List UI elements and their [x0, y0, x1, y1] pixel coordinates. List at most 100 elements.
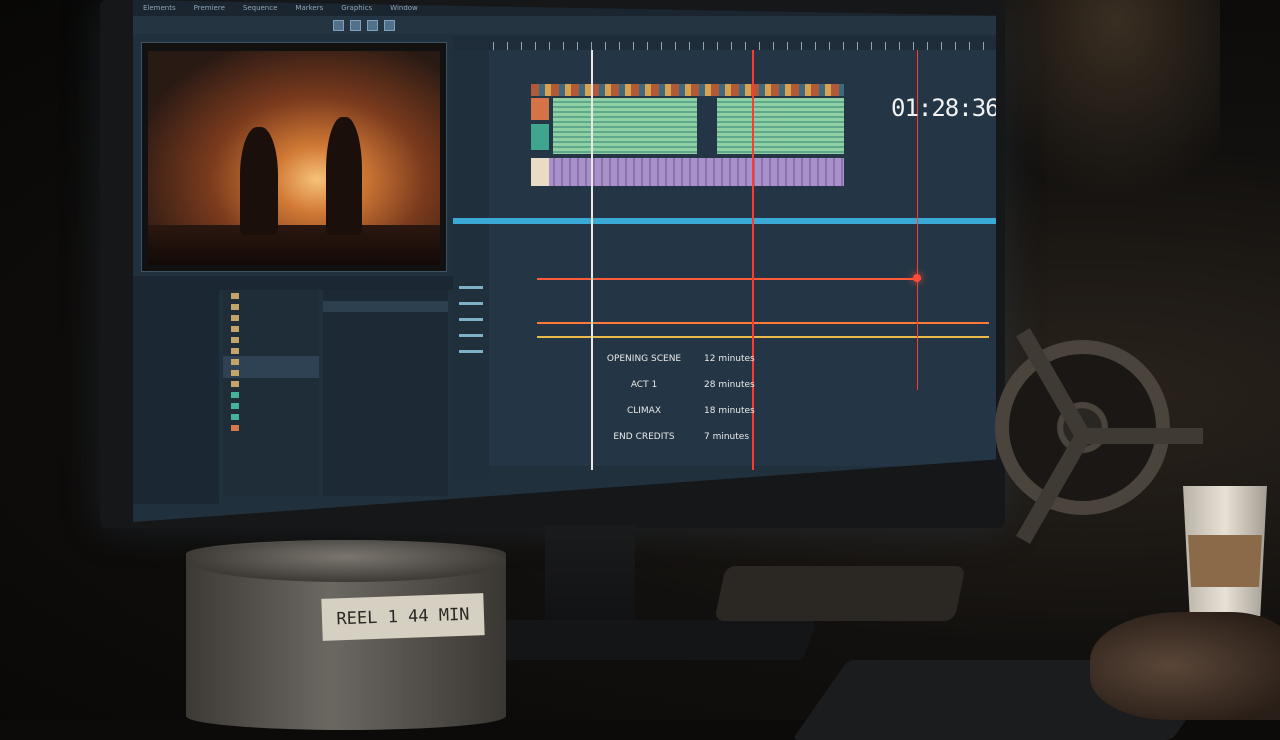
ruler-tick — [605, 42, 606, 50]
folder-icon — [231, 292, 239, 299]
bin-item[interactable] — [223, 378, 319, 389]
video-clip[interactable] — [531, 84, 844, 96]
ruler-tick — [983, 42, 984, 50]
section-row: OPENING SCENE 12 minutes — [596, 346, 796, 372]
marker-icon[interactable] — [913, 274, 921, 282]
track-header[interactable] — [459, 286, 483, 289]
film-reel — [995, 327, 1203, 544]
clip-icon — [231, 424, 239, 431]
video-clip[interactable] — [531, 98, 549, 120]
video-frame — [148, 51, 440, 265]
audio-clip[interactable] — [717, 98, 844, 154]
section-row: END CREDITS 7 minutes — [596, 424, 796, 450]
figure-silhouette — [326, 117, 362, 235]
folder-icon — [231, 347, 239, 354]
effects-panel — [133, 290, 219, 504]
track-bar-red[interactable] — [537, 278, 921, 280]
project-row[interactable] — [323, 312, 448, 323]
menu-item[interactable]: Premiere — [194, 4, 225, 12]
project-list — [323, 290, 448, 496]
effects-panel-header[interactable] — [133, 276, 225, 290]
bin-item[interactable] — [223, 411, 319, 422]
ruler-tick — [787, 42, 788, 50]
clip-icon — [231, 391, 239, 398]
ruler-tick — [619, 42, 620, 50]
timeline-panel[interactable]: 01:28:36:24 OPENING SCENE 12 minutes ACT… — [453, 36, 996, 480]
folder-icon — [231, 358, 239, 365]
bin-item[interactable] — [223, 290, 319, 301]
gear-icon[interactable] — [367, 19, 378, 31]
ruler-tick — [857, 42, 858, 50]
project-row[interactable] — [323, 290, 448, 301]
ruler-tick — [591, 42, 592, 50]
timeline-ruler[interactable] — [453, 36, 996, 50]
section-duration: 7 minutes — [704, 432, 750, 442]
ruler-tick — [731, 42, 732, 50]
section-name: OPENING SCENE — [606, 354, 682, 364]
track-bar-orange[interactable] — [537, 322, 989, 324]
section-duration: 18 minutes — [704, 406, 755, 416]
bin-item[interactable] — [223, 334, 319, 345]
ruler-tick — [521, 42, 522, 50]
bin-item[interactable] — [223, 356, 319, 367]
reel-spoke — [1015, 327, 1090, 440]
ruler-tick — [507, 42, 508, 50]
ruler-tick — [661, 42, 662, 50]
bin-item[interactable] — [223, 422, 319, 433]
menu-item[interactable]: Elements — [143, 4, 176, 12]
menu-item[interactable]: Window — [390, 4, 418, 12]
canister-label: REEL 1 44 MIN — [321, 593, 485, 641]
section-row: CLIMAX 18 minutes — [596, 398, 796, 424]
folder-icon — [231, 303, 239, 310]
bin-item[interactable] — [223, 312, 319, 323]
ruler-tick — [773, 42, 774, 50]
clip-icon — [231, 402, 239, 409]
audio-clip[interactable] — [553, 98, 697, 154]
audio-clip[interactable] — [531, 158, 844, 186]
ground-silhouette — [148, 225, 440, 265]
track-header[interactable] — [459, 334, 483, 337]
bin-item[interactable] — [223, 345, 319, 356]
track-bar-yellow[interactable] — [537, 336, 989, 338]
menu-item[interactable]: Graphics — [341, 4, 372, 12]
clip-stack — [531, 84, 844, 196]
section-duration: 28 minutes — [704, 380, 755, 390]
ruler-tick — [535, 42, 536, 50]
bin-item[interactable] — [223, 367, 319, 378]
play-icon[interactable] — [333, 19, 344, 31]
section-name: END CREDITS — [613, 432, 675, 442]
ruler-tick — [969, 42, 970, 50]
timecode-display: 01:28:36:24 — [891, 94, 996, 122]
bin-item[interactable] — [223, 400, 319, 411]
video-clip[interactable] — [531, 124, 549, 150]
ruler-tick — [717, 42, 718, 50]
playhead[interactable] — [591, 50, 593, 470]
track-header[interactable] — [459, 302, 483, 305]
stop-icon[interactable] — [350, 19, 361, 31]
monitor-stand — [545, 525, 635, 635]
track-header[interactable] — [459, 350, 483, 353]
section-duration: 12 minutes — [704, 354, 755, 364]
toolbar — [133, 16, 996, 34]
source-monitor[interactable] — [141, 42, 447, 272]
video-clip[interactable] — [531, 158, 549, 186]
coffee-cup-sleeve — [1188, 535, 1262, 587]
bin-item[interactable] — [223, 301, 319, 312]
track-header[interactable] — [459, 318, 483, 321]
project-panel-header[interactable] — [223, 276, 454, 290]
section-name: ACT 1 — [630, 380, 658, 390]
ruler-tick — [871, 42, 872, 50]
track-bar-blue[interactable] — [453, 218, 996, 224]
menu-item[interactable]: Markers — [295, 4, 323, 12]
folder-icon — [231, 325, 239, 332]
ruler-tick — [633, 42, 634, 50]
menu-item[interactable]: Sequence — [243, 4, 278, 12]
project-row[interactable] — [323, 301, 448, 312]
ruler-tick — [675, 42, 676, 50]
track-headers — [453, 50, 489, 480]
control-device — [714, 566, 966, 621]
close-icon[interactable] — [384, 19, 395, 31]
bin-list — [223, 290, 319, 496]
bin-item[interactable] — [223, 389, 319, 400]
bin-item[interactable] — [223, 323, 319, 334]
